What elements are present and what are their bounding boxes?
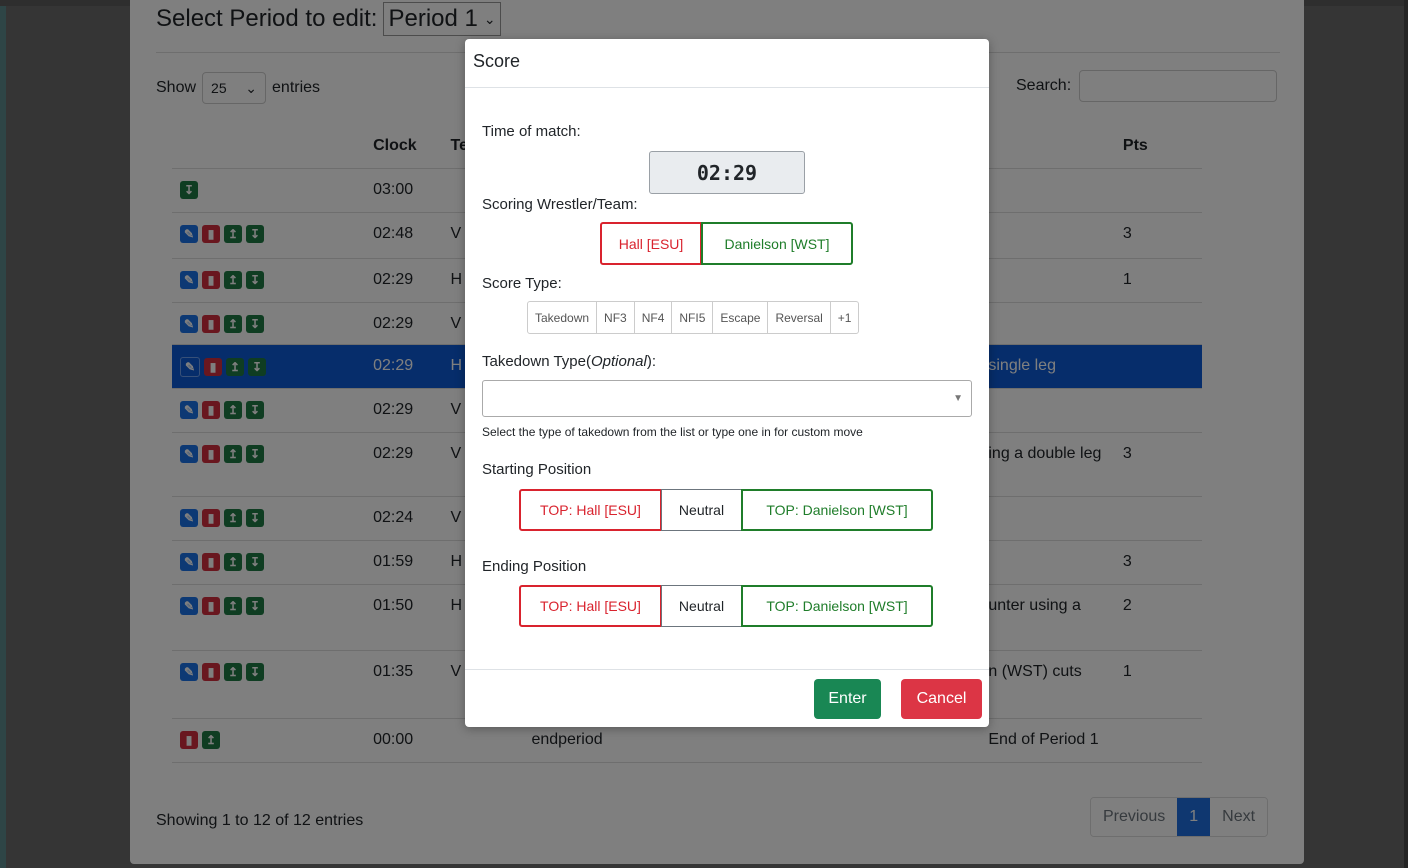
score-type-escape-button[interactable]: Escape — [713, 302, 769, 333]
match-clock-display: 02:29 — [649, 151, 805, 194]
starting-top-hall-button[interactable]: TOP: Hall [ESU] — [519, 489, 662, 531]
modal-footer-divider — [465, 669, 989, 670]
score-type-reversal-button[interactable]: Reversal — [768, 302, 831, 333]
score-type-plus1-button[interactable]: +1 — [831, 302, 859, 333]
starting-top-danielson-button[interactable]: TOP: Danielson [WST] — [741, 489, 933, 531]
caret-down-icon: ▼ — [953, 393, 963, 404]
takedown-type-select[interactable]: ▼ — [482, 380, 972, 417]
scoring-wrestler-hall-button[interactable]: Hall [ESU] — [600, 222, 702, 265]
takedown-type-label-close: ): — [646, 353, 657, 370]
ending-neutral-button[interactable]: Neutral — [661, 585, 742, 627]
enter-button[interactable]: Enter — [814, 679, 881, 719]
ending-position-label: Ending Position — [482, 558, 587, 575]
modal-header-divider — [465, 87, 989, 88]
starting-position-label: Starting Position — [482, 461, 592, 478]
score-type-label: Score Type: — [482, 275, 562, 292]
scoring-wrestler-label: Scoring Wrestler/Team: — [482, 196, 638, 213]
scoring-wrestler-danielson-button[interactable]: Danielson [WST] — [701, 222, 853, 265]
starting-neutral-button[interactable]: Neutral — [661, 489, 742, 531]
takedown-type-label: Takedown Type(Optional): — [482, 353, 656, 370]
modal-title: Score — [473, 51, 521, 71]
score-type-nf4-button[interactable]: NF4 — [635, 302, 673, 333]
takedown-type-optional: Optional — [590, 353, 647, 370]
score-modal: Score Time of match: 02:29 Scoring Wrest… — [465, 39, 989, 727]
score-type-nfi5-button[interactable]: NFI5 — [672, 302, 714, 333]
ending-top-danielson-button[interactable]: TOP: Danielson [WST] — [741, 585, 933, 627]
score-type-group: Takedown NF3 NF4 NFI5 Escape Reversal +1 — [527, 301, 860, 334]
score-type-takedown-button[interactable]: Takedown — [528, 302, 598, 333]
takedown-type-label-text: Takedown Type( — [482, 353, 591, 370]
takedown-type-help: Select the type of takedown from the lis… — [482, 425, 863, 439]
cancel-button[interactable]: Cancel — [901, 679, 982, 719]
ending-top-hall-button[interactable]: TOP: Hall [ESU] — [519, 585, 662, 627]
time-of-match-label: Time of match: — [482, 123, 581, 140]
score-type-nf3-button[interactable]: NF3 — [597, 302, 635, 333]
